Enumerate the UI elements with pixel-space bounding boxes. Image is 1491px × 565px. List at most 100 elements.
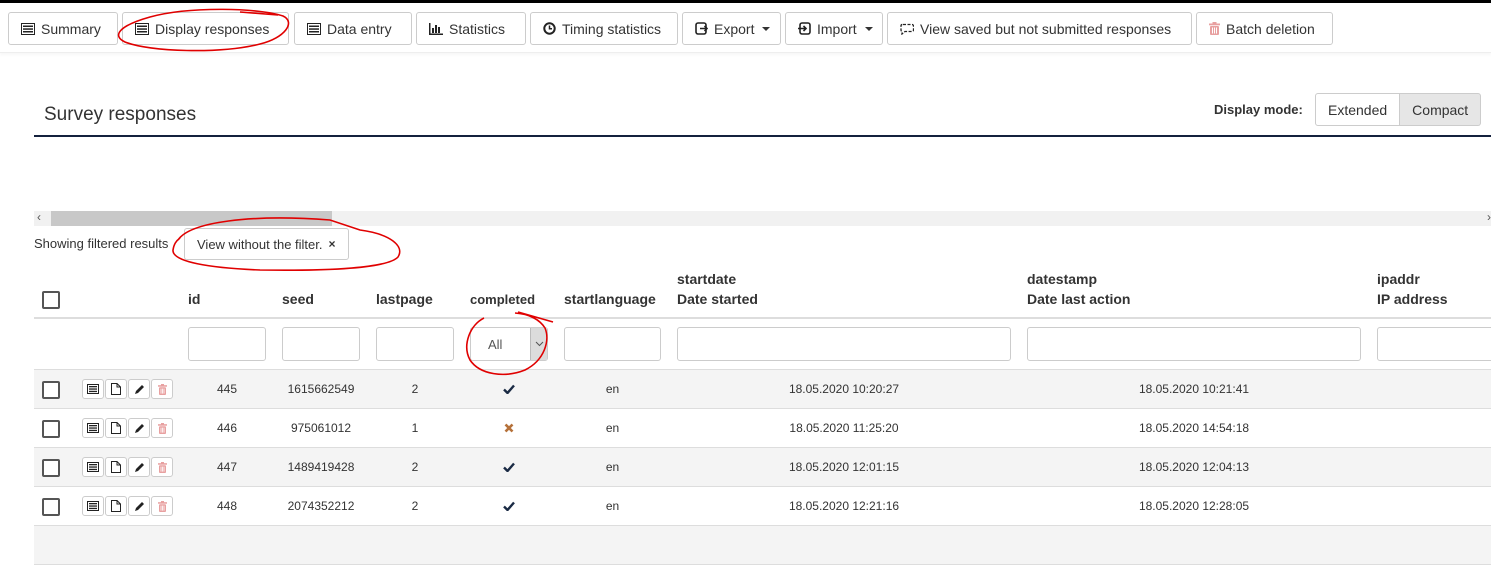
filter-datestamp-input[interactable] [1027,327,1361,361]
page-title: Survey responses [44,104,197,125]
view-saved-responses-button[interactable]: View saved but not submitted responses [887,12,1192,45]
edit-response-button[interactable] [128,379,150,399]
trash-icon [157,500,167,512]
filter-startdate-input[interactable] [677,327,1011,361]
view-without-filter-label: View without the filter. [197,236,323,252]
column-header-startdate[interactable]: startdate Date started [677,269,758,309]
trash-icon [1209,22,1220,35]
statistics-label: Statistics [449,20,506,37]
column-name: datestamp [1027,271,1098,287]
edit-response-button[interactable] [128,496,150,516]
summary-label: Summary [41,20,101,37]
delete-response-button[interactable] [151,457,173,477]
column-header-datestamp[interactable]: datestamp Date last action [1027,269,1130,309]
edit-response-button[interactable] [128,457,150,477]
trash-icon [157,383,167,395]
import-icon [798,22,811,35]
download-response-button[interactable] [105,379,127,399]
view-response-button[interactable] [82,418,104,438]
view-response-button[interactable] [82,457,104,477]
filter-status-text: Showing filtered results [34,236,169,251]
display-mode-label: Display mode: [1214,102,1303,117]
filter-completed-select[interactable]: All [470,327,548,361]
pencil-icon [134,462,144,472]
row-select-checkbox[interactable] [42,420,60,438]
cell-datestamp: 18.05.2020 14:54:18 [1138,421,1250,435]
import-dropdown-button[interactable]: Import [785,12,883,45]
row-select-checkbox[interactable] [42,498,60,516]
cell-startlanguage: en [605,460,620,474]
file-icon [111,461,121,473]
display-mode-compact-button[interactable]: Compact [1400,93,1482,126]
cell-lastpage: 2 [411,460,419,474]
download-response-button[interactable] [105,496,127,516]
file-icon [111,500,121,512]
view-without-filter-button[interactable]: View without the filter. × [184,228,349,260]
cell-ipaddr [1377,409,1491,447]
column-header-ipaddr[interactable]: ipaddr IP address [1377,269,1448,309]
cell-completed [470,487,548,525]
view-response-button[interactable] [82,496,104,516]
chevron-down-icon[interactable] [530,328,547,360]
display-responses-button[interactable]: Display responses [122,12,289,45]
filter-startlanguage-input[interactable] [564,327,661,361]
caret-down-icon [864,26,873,31]
column-header-completed[interactable]: completed [470,290,535,310]
scroll-left-icon[interactable]: ‹ [37,210,41,224]
cell-startlanguage: en [605,382,620,396]
timing-statistics-button[interactable]: Timing statistics [530,12,678,45]
cell-startdate: 18.05.2020 11:25:20 [789,421,899,435]
clock-icon [543,22,556,35]
statistics-button[interactable]: Statistics [416,12,526,45]
bar-chart-icon [429,22,443,35]
cell-datestamp: 18.05.2020 10:21:41 [1138,382,1250,396]
download-response-button[interactable] [105,457,127,477]
column-header-id[interactable]: id [188,289,200,309]
cell-startlanguage: en [605,499,620,513]
display-responses-label: Display responses [155,20,270,37]
cell-id: 447 [216,460,238,474]
select-all-checkbox[interactable] [42,291,60,309]
check-icon [503,384,515,394]
row-actions [82,379,174,399]
data-entry-button[interactable]: Data entry [294,12,412,45]
delete-response-button[interactable] [151,379,173,399]
cell-id: 446 [216,421,238,435]
cell-ipaddr [1377,370,1491,408]
scrollbar-thumb[interactable] [51,211,332,226]
scroll-right-icon[interactable]: › [1487,210,1491,224]
row-select-checkbox[interactable] [42,459,60,477]
summary-button[interactable]: Summary [8,12,118,45]
row-select-checkbox[interactable] [42,381,60,399]
table-row: 447 1489419428 2 en 18.05.2020 12:01:15 … [34,448,1491,487]
column-header-startlanguage[interactable]: startlanguage [564,289,656,309]
edit-response-button[interactable] [128,418,150,438]
column-name: ipaddr [1377,271,1420,287]
cell-seed: 1489419428 [287,460,355,474]
filter-id-input[interactable] [188,327,266,361]
delete-response-button[interactable] [151,496,173,516]
row-actions [82,496,174,516]
filter-ipaddr-input[interactable] [1377,327,1491,361]
download-response-button[interactable] [105,418,127,438]
column-header-seed[interactable]: seed [282,289,314,309]
view-response-button[interactable] [82,379,104,399]
display-mode-extended-button[interactable]: Extended [1315,93,1401,126]
filter-lastpage-input[interactable] [376,327,454,361]
column-header-lastpage[interactable]: lastpage [376,289,433,309]
filter-seed-input[interactable] [282,327,360,361]
filter-completed-value: All [488,336,503,352]
export-dropdown-button[interactable]: Export [682,12,781,45]
batch-deletion-button[interactable]: Batch deletion [1196,12,1333,45]
cell-id: 445 [216,382,238,396]
list-icon [87,501,99,511]
header-divider [34,317,1491,319]
cell-seed: 975061012 [290,421,352,435]
import-label: Import [817,20,857,37]
horizontal-scrollbar[interactable]: ‹ › [34,210,1491,226]
check-icon [503,462,515,472]
list-icon [87,462,99,472]
delete-response-button[interactable] [151,418,173,438]
export-label: Export [714,20,755,37]
list-icon [87,384,99,394]
